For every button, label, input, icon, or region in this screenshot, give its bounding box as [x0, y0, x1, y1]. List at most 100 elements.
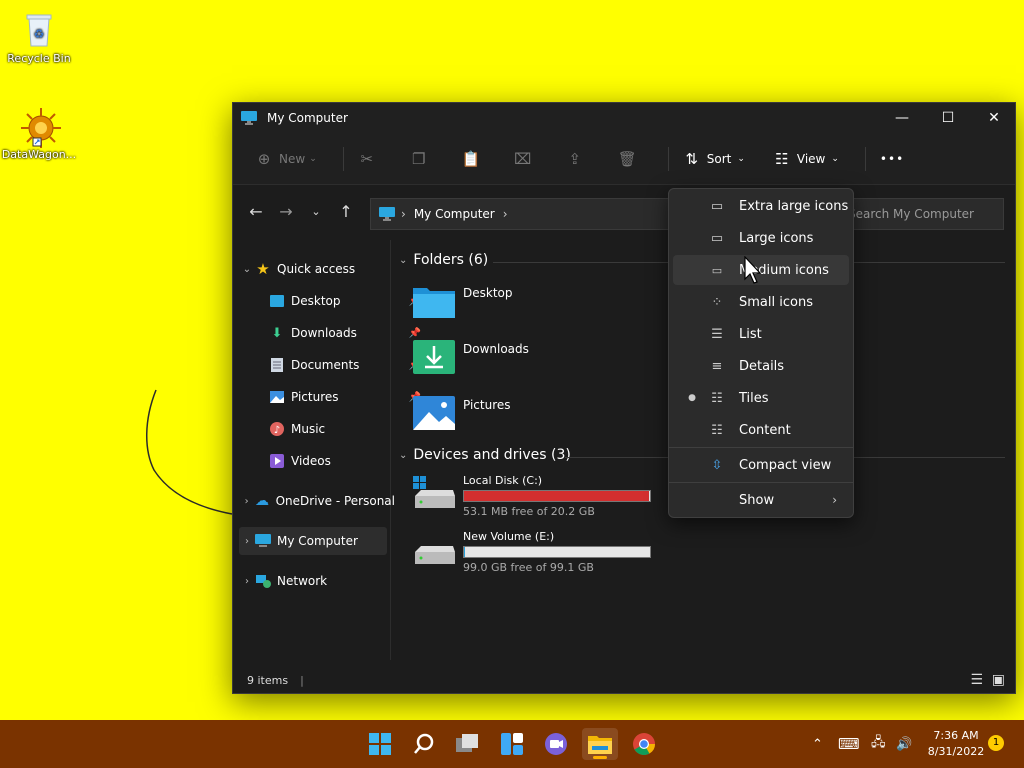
- group-title: Folders (6): [413, 252, 489, 268]
- network-status-icon[interactable]: 🖧: [871, 720, 886, 768]
- details-view-icon[interactable]: ☰: [970, 672, 983, 688]
- sort-label: Sort: [706, 151, 732, 166]
- taskbar: ⌃ ⌨ 🖧 🔊 7:36 AM 8/31/2022: [0, 720, 1024, 768]
- menu-item-compact-view[interactable]: ⇳ Compact view: [673, 450, 849, 480]
- datawagon-desktop-icon[interactable]: DataWagon...: [0, 106, 78, 161]
- menu-item-extra-large-icons[interactable]: ▭ Extra large icons: [673, 191, 849, 221]
- list-icon: ☰: [711, 326, 723, 342]
- details-icon: ≡: [711, 358, 723, 374]
- drive-tile-c[interactable]: Local Disk (C:) 53.1 MB free of 20.2 GB: [413, 474, 651, 518]
- teams-chat-button[interactable]: [538, 728, 574, 760]
- drives-group-header[interactable]: ⌄ Devices and drives (3): [399, 447, 571, 463]
- search-input[interactable]: Search My Computer: [837, 198, 1004, 230]
- menu-item-show[interactable]: Show ›: [673, 485, 849, 515]
- folder-name: Downloads: [463, 342, 529, 356]
- sort-button[interactable]: ⇅ Sort ⌄: [675, 143, 753, 175]
- menu-item-large-icons[interactable]: ▭ Large icons: [673, 223, 849, 253]
- chrome-button[interactable]: [626, 728, 662, 760]
- folder-tile-pictures[interactable]: Pictures: [413, 396, 511, 430]
- monitor-large-icon: ▭: [710, 198, 724, 214]
- tray-overflow-button[interactable]: ⌃: [812, 720, 823, 768]
- recent-locations-button[interactable]: ⌄: [301, 196, 331, 226]
- delete-button[interactable]: 🗑: [610, 143, 650, 175]
- sidebar-label: OneDrive - Personal: [275, 494, 395, 508]
- copy-button[interactable]: ❐: [402, 143, 442, 175]
- share-icon: ⇪: [568, 149, 582, 168]
- music-icon: ♪: [269, 421, 285, 437]
- sidebar-item-downloads[interactable]: ⬇ Downloads 📌: [269, 319, 425, 347]
- toolbar-separator: [342, 146, 344, 171]
- download-icon: ⬇: [271, 325, 283, 341]
- back-button[interactable]: ←: [241, 196, 271, 226]
- drive-usage-bar: [463, 490, 651, 502]
- share-button[interactable]: ⇪: [558, 143, 598, 175]
- computer-icon: [241, 110, 257, 126]
- recycle-bin-icon: ♻: [19, 10, 59, 50]
- new-button[interactable]: ⊕ New ⌄: [247, 143, 325, 175]
- rename-button[interactable]: ⌧: [506, 143, 546, 175]
- sidebar-item-pictures[interactable]: Pictures 📌: [269, 383, 425, 411]
- chevron-up-icon: ⌃: [812, 736, 823, 752]
- close-button[interactable]: ✕: [971, 103, 1017, 133]
- cut-button[interactable]: ✂: [350, 143, 390, 175]
- large-icons-view-icon[interactable]: ▣: [992, 672, 1005, 688]
- folder-tile-desktop[interactable]: Desktop: [413, 284, 513, 318]
- menu-item-tiles[interactable]: ● ☷ Tiles: [673, 383, 849, 413]
- drive-name: Local Disk (C:): [463, 474, 543, 487]
- widgets-button[interactable]: [494, 728, 530, 760]
- chevron-right-icon: ›: [245, 535, 249, 547]
- up-button[interactable]: ↑: [331, 196, 361, 226]
- svg-text:♻: ♻: [34, 27, 45, 41]
- chat-icon: [545, 733, 567, 755]
- menu-separator: [669, 447, 853, 448]
- start-button[interactable]: [362, 728, 398, 760]
- drive-free-space: 99.0 GB free of 99.1 GB: [463, 561, 594, 574]
- paste-button[interactable]: 📋: [454, 143, 494, 175]
- chevron-down-icon: ⌄: [399, 449, 408, 461]
- sidebar-label: Pictures: [291, 390, 339, 404]
- chevron-right-icon: ›: [401, 207, 406, 221]
- sidebar-item-quick-access[interactable]: ⌄ ★ Quick access: [239, 255, 395, 283]
- network-icon: [255, 573, 271, 589]
- view-button[interactable]: ☷ View ⌄: [765, 143, 847, 175]
- task-view-button[interactable]: [450, 728, 486, 760]
- compact-view-icon: ⇳: [711, 457, 723, 473]
- menu-item-details[interactable]: ≡ Details: [673, 351, 849, 381]
- mouse-cursor-icon: [744, 256, 762, 284]
- sidebar-item-network[interactable]: › Network: [239, 567, 395, 595]
- folder-icon: [588, 736, 612, 754]
- keyboard-icon[interactable]: ⌨: [838, 720, 860, 768]
- system-drive-icon: [413, 474, 455, 512]
- forward-button[interactable]: →: [271, 196, 301, 226]
- sidebar-label: Videos: [291, 454, 331, 468]
- chevron-down-icon: ⌄: [737, 153, 745, 164]
- notification-badge[interactable]: 1: [988, 735, 1004, 751]
- cloud-icon: ☁: [254, 493, 269, 509]
- sidebar-item-documents[interactable]: Documents 📌: [269, 351, 425, 379]
- search-icon: [414, 733, 434, 754]
- address-bar[interactable]: › My Computer ›: [370, 198, 670, 230]
- sidebar-label: Music: [291, 422, 326, 436]
- sidebar-item-onedrive[interactable]: › ☁ OneDrive - Personal: [239, 487, 395, 515]
- folder-tile-downloads[interactable]: Downloads: [413, 340, 529, 374]
- computer-icon: [379, 206, 395, 222]
- window-title: My Computer: [267, 111, 348, 125]
- sidebar-item-music[interactable]: ♪ Music: [269, 415, 425, 443]
- file-explorer-taskbar-button[interactable]: [582, 728, 618, 760]
- menu-item-label: Show: [739, 492, 775, 508]
- sidebar-item-my-computer[interactable]: › My Computer: [239, 527, 387, 555]
- minimize-button[interactable]: —: [879, 103, 925, 133]
- search-button[interactable]: [406, 728, 442, 760]
- status-bar: 9 items | ☰ ▣: [233, 667, 1015, 693]
- pin-icon: 📌: [408, 327, 421, 339]
- menu-item-list[interactable]: ☰ List: [673, 319, 849, 349]
- menu-item-content[interactable]: ☷ Content: [673, 415, 849, 445]
- recycle-bin-desktop-icon[interactable]: ♻ Recycle Bin: [0, 10, 78, 65]
- breadcrumb-my-computer[interactable]: My Computer: [414, 207, 495, 221]
- sidebar-item-desktop[interactable]: Desktop 📌: [269, 287, 425, 315]
- maximize-button[interactable]: ☐: [925, 103, 971, 133]
- menu-item-small-icons[interactable]: ⁘ Small icons: [673, 287, 849, 317]
- tiles-icon: ☷: [711, 390, 723, 406]
- drive-tile-e[interactable]: New Volume (E:) 99.0 GB free of 99.1 GB: [413, 530, 651, 574]
- more-options-button[interactable]: •••: [872, 143, 912, 175]
